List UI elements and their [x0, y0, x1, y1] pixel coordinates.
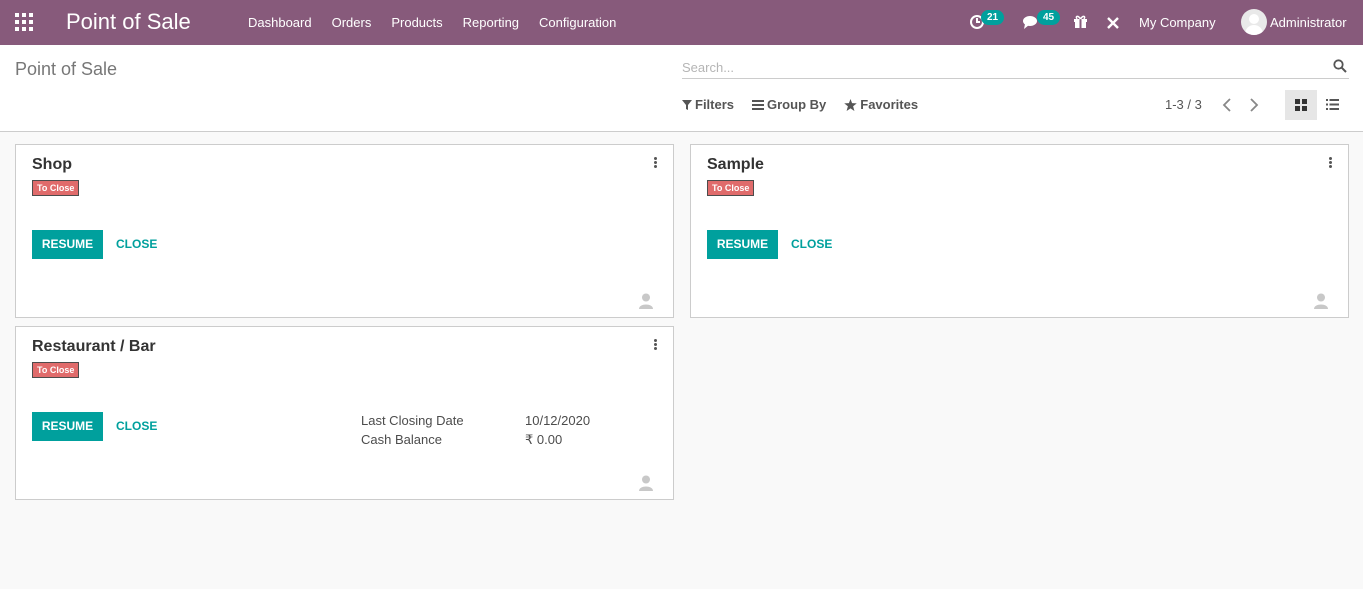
company-switcher[interactable]: My Company: [1139, 0, 1216, 45]
group-by-button[interactable]: Group By: [752, 97, 826, 112]
resume-button[interactable]: RESUME: [32, 230, 103, 259]
card-dropdown-icon[interactable]: [654, 157, 658, 169]
cash-balance-value: ₹ 0.00: [525, 432, 563, 447]
chevron-right-icon[interactable]: [1247, 97, 1261, 113]
status-badge: To Close: [707, 180, 755, 196]
pager-value[interactable]: 1-3 / 3: [1165, 97, 1202, 112]
favorites-label: Favorites: [860, 97, 919, 112]
gift-icon: [1074, 15, 1087, 28]
last-closing-value: 10/12/2020: [525, 413, 591, 428]
close-session-button[interactable]: CLOSE: [116, 230, 157, 259]
card-title[interactable]: Restaurant / Bar: [32, 338, 156, 356]
breadcrumb: Point of Sale: [15, 59, 118, 79]
search-options: Filters Group By Favorites: [682, 97, 936, 112]
group-by-label: Group By: [767, 97, 827, 112]
menu-dashboard[interactable]: Dashboard: [238, 0, 322, 45]
list-icon: [1326, 99, 1339, 110]
user-menu[interactable]: Administrator: [1270, 0, 1347, 45]
menu-configuration[interactable]: Configuration: [529, 0, 626, 45]
pos-card: Restaurant / Bar To Close RESUME CLOSE L…: [15, 326, 674, 500]
card-dropdown-icon[interactable]: [1329, 157, 1333, 169]
search-input[interactable]: [682, 57, 1322, 77]
app-brand[interactable]: Point of Sale: [66, 9, 191, 35]
close-session-button[interactable]: CLOSE: [791, 230, 832, 259]
gift-button[interactable]: [1073, 0, 1089, 45]
user-icon: [639, 293, 653, 309]
close-session-button[interactable]: CLOSE: [116, 412, 157, 441]
kanban-view-button[interactable]: [1285, 90, 1317, 120]
star-icon: [844, 98, 858, 111]
activity-count-badge: 21: [981, 10, 1005, 25]
filters-button[interactable]: Filters: [682, 97, 734, 112]
activity-button[interactable]: 21: [969, 0, 1005, 45]
status-badge: To Close: [32, 362, 80, 378]
control-panel: Point of Sale Filters Group By Favorites…: [0, 45, 1363, 132]
favorites-button[interactable]: Favorites: [844, 97, 918, 112]
list-view-button[interactable]: [1317, 90, 1349, 120]
menu-products[interactable]: Products: [381, 0, 452, 45]
pos-card: Shop To Close RESUME CLOSE: [15, 144, 674, 318]
status-badge: To Close: [32, 180, 80, 196]
tools-icon: [1107, 17, 1119, 29]
apps-menu-icon[interactable]: [14, 12, 34, 32]
cash-balance-label: Cash Balance: [361, 432, 442, 447]
main-menu: Dashboard Orders Products Reporting Conf…: [238, 0, 626, 45]
menu-orders[interactable]: Orders: [322, 0, 382, 45]
user-avatar[interactable]: [1241, 9, 1267, 35]
filter-icon: [682, 99, 692, 110]
top-navbar: Point of Sale Dashboard Orders Products …: [0, 0, 1363, 45]
chevron-left-icon[interactable]: [1220, 97, 1234, 113]
messages-button[interactable]: 45: [1022, 0, 1061, 45]
card-title[interactable]: Sample: [707, 156, 764, 174]
menu-reporting[interactable]: Reporting: [453, 0, 529, 45]
card-title[interactable]: Shop: [32, 156, 72, 174]
kanban-icon: [1295, 99, 1307, 111]
bars-icon: [752, 99, 765, 110]
search-icon[interactable]: [1333, 59, 1347, 73]
resume-button[interactable]: RESUME: [707, 230, 778, 259]
user-icon: [639, 475, 653, 491]
filters-label: Filters: [695, 97, 735, 112]
card-dropdown-icon[interactable]: [654, 339, 658, 351]
user-icon: [1314, 293, 1328, 309]
message-count-badge: 45: [1037, 10, 1061, 25]
debug-tools-button[interactable]: [1106, 0, 1120, 45]
last-closing-label: Last Closing Date: [361, 413, 464, 428]
resume-button[interactable]: RESUME: [32, 412, 103, 441]
pos-card: Sample To Close RESUME CLOSE: [690, 144, 1349, 318]
search-bar: [682, 55, 1349, 79]
